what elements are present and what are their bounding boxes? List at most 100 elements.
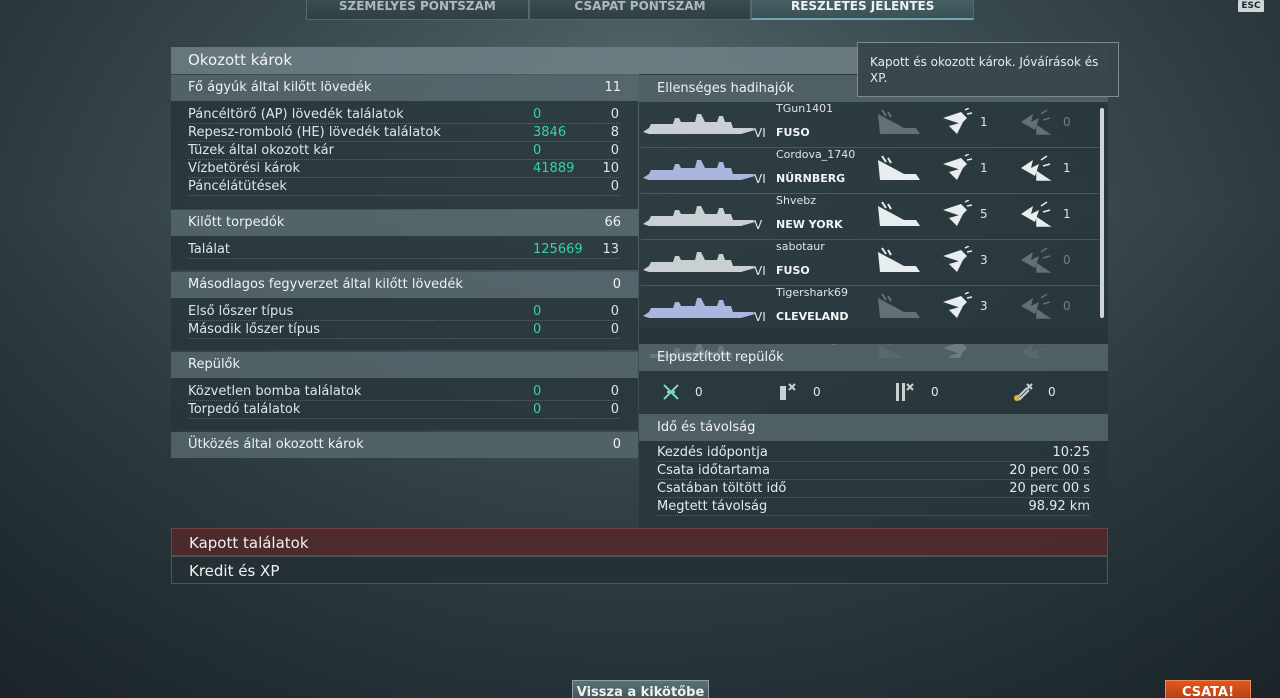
torpedoes-header: Kilőtt torpedók 66 <box>171 210 638 236</box>
destroyed-planes-title: Elpusztított repülők <box>657 350 784 365</box>
time-distance-title: Idő és távolság <box>657 420 756 435</box>
destroyed-planes-row: 0 0 0 0 <box>639 380 1108 408</box>
secondary-value: 0 <box>612 277 621 292</box>
player-name: Shvebz <box>776 194 816 207</box>
credits-xp-bar[interactable]: Kredit és XP <box>171 556 1108 584</box>
tooltip: Kapott és okozott károk. Jóváírások és X… <box>857 42 1119 97</box>
time-label: Kezdés időpontja <box>657 445 768 460</box>
stat-label: Repesz-romboló (HE) lövedék találatok <box>188 125 441 140</box>
hits-count: 1 <box>980 161 988 175</box>
fire-damage-icon <box>1021 155 1052 181</box>
stat-damage: 41889 <box>533 161 575 176</box>
torpedoes-title: Kilőtt torpedók <box>188 215 285 230</box>
time-row: Csatában töltött idő 20 perc 00 s <box>657 480 1090 498</box>
torpedoes-value: 66 <box>604 215 621 230</box>
stat-damage: 0 <box>533 322 542 337</box>
fire-count: 0 <box>1063 115 1071 129</box>
stat-row: Találat 125669 13 <box>188 241 619 259</box>
ship-silhouette-icon <box>643 298 755 318</box>
fire-damage-icon <box>1021 247 1052 273</box>
stat-label: Találat <box>188 242 231 257</box>
ship-tier: V <box>754 218 763 232</box>
ship-name: NEW YORK <box>776 218 843 231</box>
sunk-ship-icon <box>878 293 920 318</box>
ship-tier: VI <box>754 126 766 140</box>
tab-personal-score[interactable]: SZEMÉLYES PONTSZÁM <box>306 0 529 20</box>
stat-hits: 13 <box>602 242 619 257</box>
time-value: 98.92 km <box>1028 499 1090 514</box>
stat-damage: 0 <box>533 384 542 399</box>
time-label: Megtett távolság <box>657 499 768 514</box>
fighter-plane-icon <box>663 384 679 400</box>
hits-count: 1 <box>980 115 988 129</box>
stat-label: Közvetlen bomba találatok <box>188 384 362 399</box>
stat-label: Tüzek által okozott kár <box>188 143 334 158</box>
enemy-ship-row[interactable]: V Shvebz NEW YORK 5 1 <box>641 194 1099 240</box>
aircraft-body: Közvetlen bomba találatok 0 0 Torpedó talá… <box>171 378 638 430</box>
enemy-ships-title: Ellenséges hadihajók <box>657 81 794 96</box>
enemy-ship-row[interactable]: VI sabotaur FUSO 3 0 <box>641 240 1099 286</box>
time-row: Csata időtartama 20 perc 00 s <box>657 462 1090 480</box>
ship-list-scrollbar[interactable] <box>1100 108 1104 318</box>
stat-row: Torpedó találatok 0 0 <box>188 401 619 419</box>
tab-team-score[interactable]: CSAPAT PONTSZÁM <box>528 0 752 20</box>
time-row: Kezdés időpontja 10:25 <box>657 444 1090 462</box>
aircraft-header: Repülők <box>171 352 638 378</box>
destroyed-planes-header: Elpusztított repülők <box>639 344 1108 371</box>
torpedo-plane-icon <box>896 383 914 401</box>
hit-shell-icon <box>943 108 973 134</box>
fire-count: 0 <box>1063 253 1071 267</box>
stat-hits: 0 <box>610 304 619 319</box>
stat-hits: 0 <box>610 107 619 122</box>
bomber-plane-icon <box>780 383 796 400</box>
stat-row: Páncélátütések 0 <box>188 178 619 196</box>
time-value: 10:25 <box>1052 445 1090 460</box>
ship-list-clip <box>639 328 1108 344</box>
fire-damage-icon <box>1021 293 1052 319</box>
secondary-header: Másodlagos fegyverzet által kilőtt löved… <box>171 272 638 298</box>
aircraft-title: Repülők <box>188 357 241 372</box>
main-guns-body: Páncéltörő (AP) lövedék találatok 0 0 Repe… <box>171 101 638 209</box>
stat-damage: 0 <box>533 143 542 158</box>
stat-row: Második lőszer típus 0 0 <box>188 321 619 339</box>
hits-count: 3 <box>980 299 988 313</box>
ramming-value: 0 <box>612 437 621 452</box>
sunk-ship-icon <box>878 201 920 226</box>
aa-plane-icon <box>1014 383 1033 401</box>
time-row: Megtett távolság 98.92 km <box>657 498 1090 516</box>
ship-name: NÜRNBERG <box>776 172 846 185</box>
ship-name: FUSO <box>776 126 810 139</box>
time-distance-header: Idő és távolság <box>639 414 1108 441</box>
time-value: 20 perc 00 s <box>1009 481 1090 496</box>
secondary-title: Másodlagos fegyverzet által kilőtt löved… <box>188 277 463 292</box>
hit-shell-icon <box>943 246 973 272</box>
stat-hits: 0 <box>610 402 619 417</box>
sunk-ship-icon <box>878 109 920 134</box>
stat-hits: 0 <box>610 179 619 194</box>
stat-hits: 8 <box>610 125 619 140</box>
enemy-ship-row[interactable]: VI Cordova_1740 NÜRNBERG 1 1 <box>641 148 1099 194</box>
secondary-body: Első lőszer típus 0 0 Második lőszer típus… <box>171 298 638 350</box>
battle-button[interactable]: CSATA! <box>1165 680 1251 698</box>
stat-label: Első lőszer típus <box>188 304 294 319</box>
stat-damage: 3846 <box>533 125 567 140</box>
planes-count-aa: 0 <box>1048 385 1056 399</box>
stat-label: Vízbetörési károk <box>188 161 301 176</box>
ship-silhouette-icon <box>643 160 755 180</box>
stat-label: Páncéltörő (AP) lövedék találatok <box>188 107 404 122</box>
sunk-ship-icon <box>878 247 920 272</box>
received-hits-bar[interactable]: Kapott találatok <box>171 528 1108 556</box>
fire-damage-icon <box>1021 109 1052 135</box>
ramming-title: Ütközés által okozott károk <box>188 437 364 452</box>
stat-damage: 0 <box>533 107 542 122</box>
esc-button[interactable]: ESC <box>1238 0 1264 12</box>
stat-hits: 0 <box>610 143 619 158</box>
hit-shell-icon <box>943 154 973 180</box>
ship-name: CLEVELAND <box>776 310 849 323</box>
enemy-ship-row[interactable]: VI TGun1401 FUSO 1 0 <box>641 102 1099 148</box>
tab-detailed-report[interactable]: RÉSZLETES JELENTÉS <box>751 0 975 20</box>
back-to-port-button[interactable]: Vissza a kikötőbe <box>572 680 709 698</box>
enemy-ship-row[interactable]: VI Tigershark69 CLEVELAND 3 0 <box>641 286 1099 332</box>
player-name: Tigershark69 <box>776 286 849 299</box>
fire-count: 0 <box>1063 299 1071 313</box>
